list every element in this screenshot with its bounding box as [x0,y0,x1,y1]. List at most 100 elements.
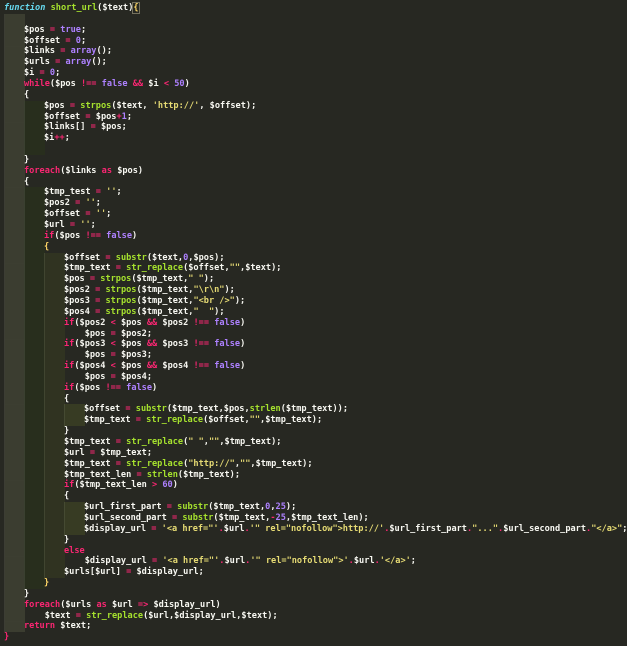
code-line[interactable]: $display_url = '<a href="'.$url.'" rel="… [0,523,627,535]
code-line[interactable]: { [0,176,627,188]
code-line[interactable]: return $text; [0,621,627,633]
indent-guide [24,209,45,221]
code-line[interactable] [0,13,627,25]
code-line[interactable]: $pos = strpos($text, 'http://', $offset)… [0,100,627,112]
code-line[interactable]: { [0,393,627,405]
code-line[interactable]: $links = array(); [0,46,627,58]
code-token: ); [358,512,369,523]
code-line[interactable]: $pos = $pos2; [0,328,627,340]
code-text: $offset = ''; [44,209,111,220]
code-line[interactable]: $i++; [0,133,627,145]
code-line[interactable]: $offset = substr($tmp_text,$pos,strlen($… [0,404,627,416]
indent-guide [24,144,45,156]
code-line[interactable]: $url = $tmp_text; [0,447,627,459]
code-line[interactable]: } [0,578,627,590]
code-line[interactable]: $tmp_test = ''; [0,187,627,199]
code-line[interactable]: $url_first_part = substr($tmp_text,0,25)… [0,502,627,514]
indent-guide [24,469,45,481]
code-line[interactable]: $offset = 0; [0,35,627,47]
code-line[interactable]: $offset = ''; [0,209,627,221]
code-token: $url [224,556,246,567]
code-line[interactable]: { [0,491,627,503]
code-line[interactable]: $pos = true; [0,24,627,36]
code-line[interactable]: $text = str_replace($url,$display_url,$t… [0,610,627,622]
code-line[interactable]: } [0,154,627,166]
code-line[interactable]: if($pos !== false) [0,382,627,394]
code-line[interactable]: $url_second_part = substr($tmp_text,-25,… [0,512,627,524]
code-token: ; [146,447,153,458]
code-line[interactable]: $tmp_text_len = strlen($tmp_text); [0,469,627,481]
code-token: $offset [84,404,121,415]
code-token: $pos2 [162,317,189,328]
code-line[interactable]: { [0,89,627,101]
code-token: '' [80,220,91,230]
code-token: $pos [59,230,81,241]
indent-guide [4,567,25,579]
code-line[interactable]: $display_url = '<a href="'.$url.'" rel="… [0,556,627,568]
code-line[interactable]: } [0,426,627,438]
code-line[interactable]: $tmp_text = str_replace($offset,"",$text… [0,263,627,275]
code-token: ++ [54,133,65,144]
code-token: $tmp_text [136,274,184,285]
code-line[interactable]: $links[] = $pos; [0,122,627,134]
code-token: $text [44,610,71,621]
code-line[interactable]: foreach($links as $pos) [0,165,627,177]
code-line[interactable]: else [0,545,627,557]
code-line[interactable]: $pos = $pos3; [0,350,627,362]
code-line[interactable]: $tmp_text = str_replace(" ","",$tmp_text… [0,437,627,448]
code-line[interactable]: $pos2 = ''; [0,198,627,210]
code-line[interactable]: $offset = substr($text,0,$pos); [0,252,627,264]
code-token: $offset [64,252,101,263]
code-token: { [132,2,140,14]
code-token: ) [172,480,178,491]
code-token: ); [271,437,282,447]
code-token: { [24,89,30,100]
code-line[interactable]: if($pos2 < $pos && $pos2 !== false) [0,317,627,329]
indent-guide [4,209,25,221]
code-line[interactable]: } [0,632,627,643]
code-token: '' [106,187,117,198]
code-line[interactable]: $pos3 = strpos($tmp_text,"<br />"); [0,295,627,307]
code-token: } [24,154,30,165]
indent-guide [4,35,25,47]
code-line[interactable]: if($pos !== false) [0,230,627,242]
code-line[interactable]: $urls = array(); [0,57,627,69]
code-line[interactable]: $i = 0; [0,68,627,80]
code-line[interactable]: $pos = strpos($tmp_text," "); [0,274,627,286]
code-line[interactable]: $tmp_text = str_replace($offset,"",$tmp_… [0,415,627,427]
code-token: ; [146,371,153,382]
code-line[interactable]: function short_url($text){ [0,2,627,14]
code-line[interactable]: if($pos4 < $pos && $pos4 !== false) [0,361,627,373]
code-editor[interactable]: function short_url($text){$pos = true; $o… [0,0,627,646]
code-text: $pos = $pos3; [64,350,152,361]
code-token: substr [135,404,167,415]
code-token: $pos [223,404,245,415]
code-line[interactable]: $tmp_text = str_replace("http://","",$tm… [0,458,627,470]
code-token: '<a href="' [162,556,220,567]
code-token: $offset [44,111,81,122]
code-line[interactable]: { [0,241,627,253]
code-line[interactable]: $offset = $pos+1; [0,111,627,123]
code-token: strlen [146,469,178,480]
indent-guide [44,567,65,579]
code-line[interactable]: $pos4 = strpos($tmp_text," "); [0,306,627,318]
code-line[interactable]: $pos = $pos4; [0,371,627,383]
code-line[interactable]: } [0,534,627,546]
code-line[interactable]: } [0,588,627,600]
code-line[interactable]: if($tmp_text_len > 60) [0,480,627,492]
code-token: if [64,382,75,393]
code-line[interactable]: $pos2 = strpos($tmp_text,"\r\n"); [0,285,627,297]
code-token: $tmp_text_len [79,480,147,491]
indent-guide [24,578,45,590]
code-line[interactable]: while($pos !== false && $i < 50) [0,78,627,90]
code-token: $i [24,68,35,79]
code-token: $pos4 [162,361,189,372]
code-line[interactable]: $url = ''; [0,220,627,231]
code-line[interactable]: foreach($urls as $url => $display_url) [0,599,627,611]
code-line[interactable]: $urls[$url] = $display_url; [0,567,627,579]
code-line[interactable]: if($pos3 < $pos && $pos3 !== false) [0,339,627,351]
indent-guide [64,523,85,535]
code-text: $urls = array(); [24,57,107,68]
code-line[interactable] [0,144,627,156]
